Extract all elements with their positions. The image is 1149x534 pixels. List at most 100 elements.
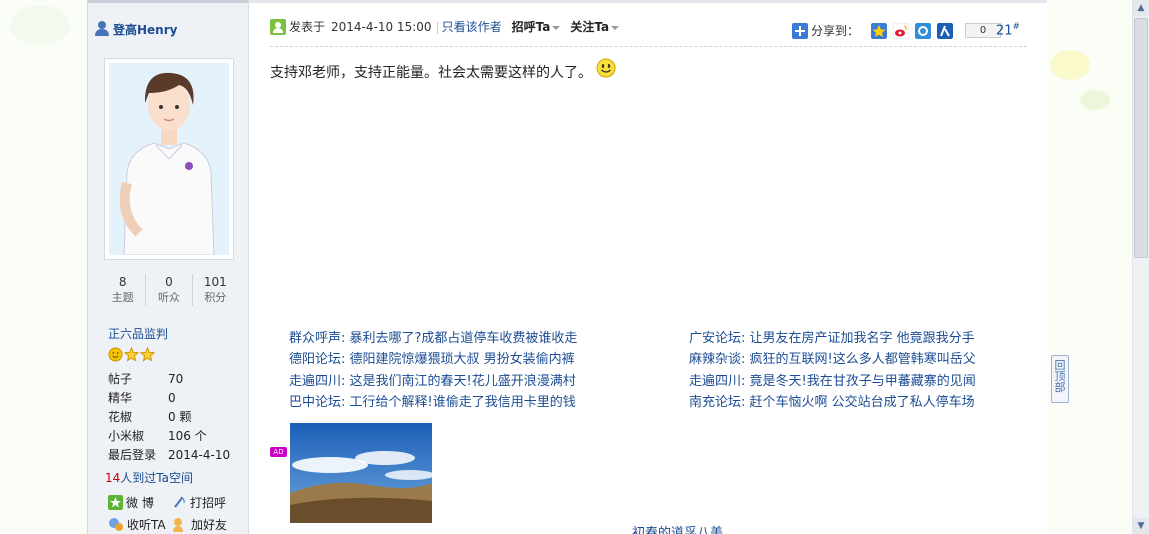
info-row: 最后登录 2014-4-10 (108, 446, 248, 465)
author-sidebar: 登高Henry 8 主题 0 听众 101 积分 正六品监判 帖子 70 精华 … (88, 0, 249, 534)
related-links-left: 群众呼声: 暴利去哪了?成都占道停车收费被谁收走 德阳论坛: 德阳建院惊爆猥琐大… (289, 328, 577, 413)
info-row: 精华 0 (108, 389, 248, 408)
stat-label: 主题 (111, 291, 134, 304)
info-row: 小米椒 106 个 (108, 427, 248, 446)
info-row: 花椒 0 颗 (108, 408, 248, 427)
greet-menu[interactable]: 招呼Ta (512, 18, 561, 35)
follow-label: 收听TA (127, 518, 166, 532)
listen-icon (109, 518, 123, 531)
post-datetime: 2014-4-10 15:00 (331, 19, 432, 34)
posted-label: 发表于 (289, 20, 326, 34)
related-link[interactable]: 走遍四川: 竟是冬天!我在甘孜子与甲蕃藏寨的见闻 (689, 371, 976, 392)
ad-badge: AD (270, 447, 287, 457)
header-divider (270, 46, 1027, 47)
ad-image[interactable] (290, 423, 432, 523)
star-icon (124, 347, 139, 362)
related-link[interactable]: 群众呼声: 暴利去哪了?成都占道停车收费被谁收走 (289, 328, 577, 349)
visit-count: 14 (105, 471, 121, 485)
info-key: 小米椒 (108, 429, 145, 443)
greet-menu-label: 招呼Ta (511, 20, 551, 34)
ad-caption[interactable]: 初春的道孚八美 (632, 522, 723, 534)
follow-menu[interactable]: 关注Ta (570, 18, 620, 35)
sun-icon (108, 347, 123, 362)
add-friend-label: 加好友 (191, 518, 228, 532)
sidebar-topbar (88, 0, 248, 8)
back-to-top-button[interactable]: 回顶部 (1051, 355, 1069, 403)
related-link[interactable]: 巴中论坛: 工行给个解释!谁偷走了我信用卡里的钱 (289, 392, 577, 413)
scroll-up-arrow[interactable]: ▲ (1133, 0, 1149, 16)
info-row: 帖子 70 (108, 370, 248, 389)
stat-listeners[interactable]: 0 听众 (146, 274, 193, 306)
greet-button[interactable]: 打招呼 (172, 494, 226, 511)
share-bar: 分享到： 0 (792, 22, 1002, 39)
background-decoration (10, 5, 70, 45)
floor-value: 21 (996, 23, 1013, 39)
only-author-link[interactable]: 只看该作者 (442, 18, 502, 35)
stat-points[interactable]: 101 积分 (193, 274, 238, 306)
background-decoration (1050, 50, 1090, 80)
online-user-icon (270, 18, 286, 35)
visit-text: 人到过Ta空间 (120, 471, 193, 485)
stat-label: 听众 (157, 291, 180, 304)
divider: | (435, 19, 440, 34)
info-value: 0 颗 (168, 410, 192, 424)
post-header: 发表于 2014-4-10 15:00 | 只看该作者 招呼Ta 关注Ta (270, 18, 620, 35)
page-scrollbar[interactable]: ▲ ▼ (1132, 0, 1149, 534)
wave-icon (174, 496, 185, 508)
info-key: 最后登录 (108, 448, 157, 462)
info-key: 帖子 (108, 372, 133, 386)
chevron-down-icon (552, 25, 561, 30)
info-value: 70 (168, 372, 184, 386)
post-main: 发表于 2014-4-10 15:00 | 只看该作者 招呼Ta 关注Ta 分享… (249, 0, 1047, 534)
renren-share-icon[interactable] (937, 22, 954, 39)
stat-value: 8 (118, 275, 127, 289)
post-topbar (249, 0, 1047, 8)
follow-button[interactable]: 收听TA (108, 516, 166, 533)
rank-stars (108, 347, 155, 362)
add-friend-icon (173, 518, 183, 532)
tencent-share-icon[interactable] (915, 22, 932, 39)
post-content-text: 支持邓老师，支持正能量。社会太需要这样的人了。 (270, 65, 592, 81)
related-links-right: 广安论坛: 让男友在房产证加我名字 他竟跟我分手 麻辣杂谈: 疯狂的互联网!这么… (689, 328, 976, 413)
qzone-share-icon[interactable] (871, 22, 888, 39)
scroll-down-arrow[interactable]: ▼ (1133, 518, 1149, 534)
weibo-label: 微 博 (126, 496, 154, 510)
info-value: 0 (168, 391, 176, 405)
greet-label: 打招呼 (190, 496, 227, 510)
plus-icon (792, 22, 808, 39)
stat-value: 0 (165, 275, 173, 289)
info-value: 2014-4-10 (168, 448, 231, 462)
weibo-share-icon[interactable] (893, 22, 910, 39)
chevron-down-icon (611, 25, 620, 30)
star-icon (140, 347, 155, 362)
share-label: 分享到： (811, 24, 860, 38)
floor-mark: # (1012, 22, 1021, 32)
info-value: 106 个 (168, 429, 207, 443)
author-info-list: 帖子 70 精华 0 花椒 0 颗 小米椒 106 个 最后登录 2014-4-10 (108, 370, 248, 465)
user-icon (94, 20, 110, 39)
related-link[interactable]: 麻辣杂谈: 疯狂的互联网!这么多人都管韩寒叫岳父 (689, 349, 976, 370)
stat-label: 积分 (204, 291, 227, 304)
author-stats: 8 主题 0 听众 101 积分 (100, 274, 238, 306)
related-link[interactable]: 广安论坛: 让男友在房产证加我名字 他竟跟我分手 (689, 328, 976, 349)
space-visits[interactable]: 14人到过Ta空间 (105, 469, 193, 486)
follow-menu-label: 关注Ta (570, 20, 610, 34)
floor-number[interactable]: 21# (996, 22, 1020, 38)
star-badge-icon (108, 495, 123, 510)
user-rank[interactable]: 正六品监判 (108, 325, 168, 342)
stat-topics[interactable]: 8 主题 (100, 274, 147, 306)
related-link[interactable]: 走遍四川: 这是我们南江的春天!花儿盛开浪漫满村 (289, 371, 577, 392)
info-key: 花椒 (108, 410, 133, 424)
post-content: 支持邓老师，支持正能量。社会太需要这样的人了。 (270, 58, 616, 82)
related-link[interactable]: 德阳论坛: 德阳建院惊爆猥琐大叔 男扮女装偷内裤 (289, 349, 577, 370)
weibo-button[interactable]: 微 博 (108, 494, 154, 511)
related-link[interactable]: 南充论坛: 赶个车恼火啊 公交站台成了私人停车场 (689, 392, 976, 413)
add-friend-button[interactable]: 加好友 (172, 516, 227, 533)
author-name-text[interactable]: 登高Henry (113, 21, 177, 38)
author-name[interactable]: 登高Henry (94, 20, 177, 39)
scroll-thumb[interactable] (1134, 18, 1148, 258)
avatar[interactable] (104, 58, 234, 260)
smiley-icon (596, 58, 616, 78)
stat-value: 101 (203, 275, 227, 289)
background-decoration (1080, 90, 1110, 110)
